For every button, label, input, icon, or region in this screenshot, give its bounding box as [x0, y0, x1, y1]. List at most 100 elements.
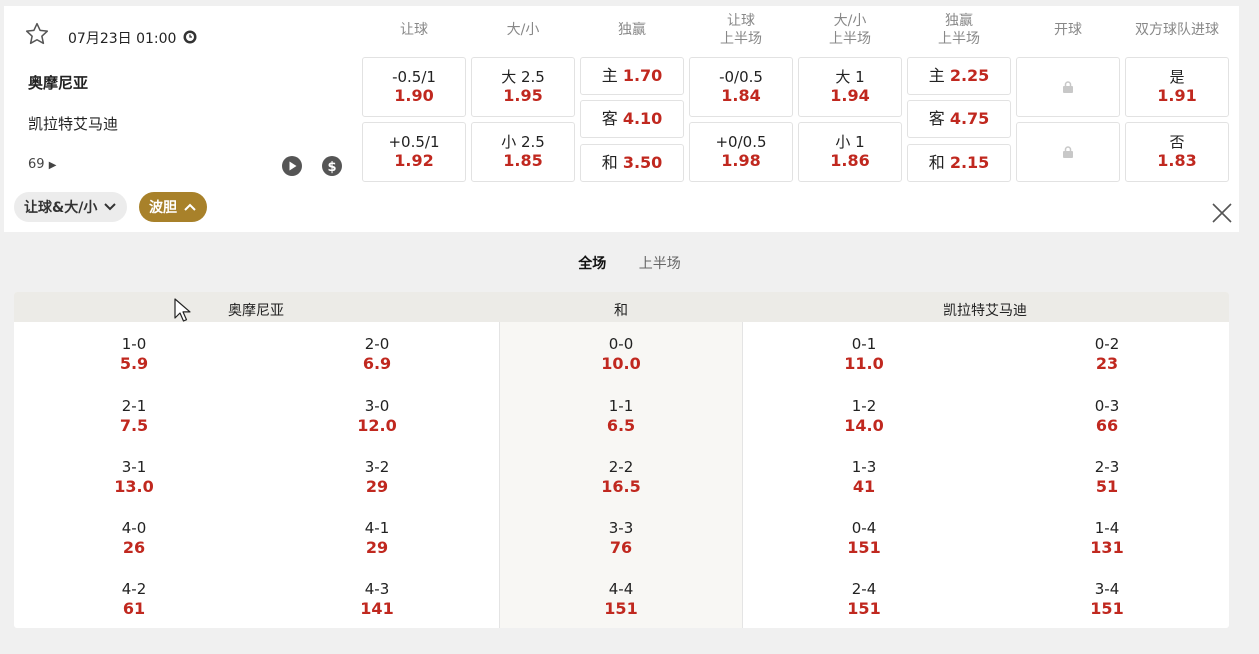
score-odds: 131	[1090, 538, 1124, 557]
score-label: 2-3	[1094, 458, 1120, 476]
correct-score-cell[interactable]: 0-2 23	[1027, 334, 1187, 374]
correct-score-cell[interactable]: 3-4 151	[1027, 579, 1187, 619]
lock-icon	[1063, 81, 1073, 93]
correct-score-cell[interactable]: 0-4 151	[784, 518, 944, 558]
col-header-both-teams-score: 双方球队进球	[1135, 22, 1219, 38]
correct-score-cell[interactable]: 1-2 14.0	[784, 396, 944, 436]
correct-score-cell[interactable]: 4-2 61	[54, 579, 214, 619]
correct-score-cell[interactable]: 4-1 29	[297, 518, 457, 558]
score-label: 3-0	[364, 397, 390, 415]
correct-score-cell[interactable]: 2-4 151	[784, 579, 944, 619]
score-label: 0-4	[851, 519, 877, 537]
odds-moneyline-1h-home[interactable]: 主 2.25	[907, 57, 1011, 95]
odds-under-1h[interactable]: 小 1 1.86	[798, 122, 902, 182]
score-odds: 6.5	[606, 416, 636, 435]
odds-over-1h[interactable]: 大 1 1.94	[798, 57, 902, 117]
score-odds: 151	[847, 599, 881, 618]
tab-full-time[interactable]: 全场	[578, 253, 606, 273]
correct-score-cell[interactable]: 1-1 6.5	[541, 396, 701, 436]
odds-handicap-away[interactable]: +0.5/1 1.92	[362, 122, 466, 182]
odds-moneyline-1h-away[interactable]: 客 4.75	[907, 100, 1011, 138]
live-clock-icon	[183, 30, 197, 44]
correct-score-cell[interactable]: 3-1 13.0	[54, 457, 214, 497]
correct-score-cell[interactable]: 3-3 76	[541, 518, 701, 558]
score-odds: 7.5	[119, 416, 149, 435]
correct-score-table: 奥摩尼亚 和 凯拉特艾马迪 1-0 5.9 2-0 6.9 0-0 10.0 0-1 11.0…	[14, 292, 1229, 628]
score-odds: 26	[122, 538, 146, 557]
score-label: 0-1	[851, 335, 877, 353]
odds-kickoff-locked-2	[1016, 122, 1120, 182]
odds-btts-no[interactable]: 否 1.83	[1125, 122, 1229, 182]
score-odds: 61	[122, 599, 146, 618]
score-odds: 6.9	[362, 354, 392, 373]
score-odds: 14.0	[844, 416, 884, 435]
correct-score-cell[interactable]: 4-0 26	[54, 518, 214, 558]
svg-text:$: $	[327, 160, 336, 175]
odds-btts-yes[interactable]: 是 1.91	[1125, 57, 1229, 117]
correct-score-cell[interactable]: 2-2 16.5	[541, 457, 701, 497]
col-header-over-under: 大/小	[506, 22, 540, 38]
correct-score-cell[interactable]: 4-3 141	[297, 579, 457, 619]
correct-score-cell[interactable]: 0-0 10.0	[541, 334, 701, 374]
score-label: 3-3	[608, 519, 634, 537]
score-odds: 5.9	[119, 354, 149, 373]
odds-moneyline-home[interactable]: 主 1.70	[580, 57, 684, 95]
score-label: 1-2	[851, 397, 877, 415]
score-label: 4-4	[608, 580, 634, 598]
score-label: 3-4	[1094, 580, 1120, 598]
close-icon[interactable]	[1211, 202, 1233, 224]
cashout-dollar-icon[interactable]: $	[322, 156, 342, 176]
score-odds: 151	[1090, 599, 1124, 618]
correct-score-cell[interactable]: 1-3 41	[784, 457, 944, 497]
score-odds: 76	[609, 538, 633, 557]
play-video-icon[interactable]	[282, 156, 302, 176]
score-label: 3-1	[121, 458, 147, 476]
odds-moneyline-draw[interactable]: 和 3.50	[580, 144, 684, 182]
period-tabs: 全场 上半场	[0, 253, 1259, 273]
odds-under[interactable]: 小 2.5 1.85	[471, 122, 575, 182]
correct-score-cell[interactable]: 3-0 12.0	[297, 396, 457, 436]
star-icon[interactable]	[24, 21, 50, 47]
filter-correct-score-toggle[interactable]: 波胆	[139, 192, 207, 222]
tab-first-half[interactable]: 上半场	[639, 253, 681, 273]
score-label: 4-3	[364, 580, 390, 598]
correct-score-cell[interactable]: 3-2 29	[297, 457, 457, 497]
score-label: 1-0	[121, 335, 147, 353]
score-label: 2-2	[608, 458, 634, 476]
score-label: 2-4	[851, 580, 877, 598]
score-odds: 12.0	[357, 416, 397, 435]
score-label: 1-4	[1094, 519, 1120, 537]
correct-score-cell[interactable]: 1-0 5.9	[54, 334, 214, 374]
chevron-up-icon	[184, 203, 196, 211]
odds-over[interactable]: 大 2.5 1.95	[471, 57, 575, 117]
score-odds: 51	[1095, 477, 1119, 496]
odds-handicap-home[interactable]: -0.5/1 1.90	[362, 57, 466, 117]
more-markets-link[interactable]: 69 ▶	[28, 157, 56, 172]
correct-score-cell[interactable]: 0-1 11.0	[784, 334, 944, 374]
correct-score-cell[interactable]: 0-3 66	[1027, 396, 1187, 436]
odds-moneyline-away[interactable]: 客 4.10	[580, 100, 684, 138]
correct-score-cell[interactable]: 4-4 151	[541, 579, 701, 619]
correct-score-cell[interactable]: 2-0 6.9	[297, 334, 457, 374]
score-label: 1-3	[851, 458, 877, 476]
col-header-moneyline-1h: 独赢 上半场	[938, 13, 980, 47]
score-label: 4-1	[364, 519, 390, 537]
score-odds: 41	[852, 477, 876, 496]
cs-header-draw: 和	[614, 303, 628, 319]
home-team-name: 奥摩尼亚	[28, 74, 89, 92]
odds-moneyline-1h-draw[interactable]: 和 2.15	[907, 144, 1011, 182]
col-header-over-under-1h: 大/小 上半场	[829, 13, 871, 47]
filter-handicap-ou-toggle[interactable]: 让球&大/小	[14, 192, 128, 222]
score-label: 0-3	[1094, 397, 1120, 415]
score-odds: 11.0	[844, 354, 884, 373]
more-markets-count: 69	[28, 157, 45, 172]
correct-score-cell[interactable]: 2-1 7.5	[54, 396, 214, 436]
correct-score-cell[interactable]: 1-4 131	[1027, 518, 1187, 558]
odds-handicap-1h-away[interactable]: +0/0.5 1.98	[689, 122, 793, 182]
caret-right-icon: ▶	[48, 160, 57, 171]
odds-handicap-1h-home[interactable]: -0/0.5 1.84	[689, 57, 793, 117]
score-label: 0-2	[1094, 335, 1120, 353]
correct-score-cell[interactable]: 2-3 51	[1027, 457, 1187, 497]
away-team-name: 凯拉特艾马迪	[28, 115, 119, 133]
cs-header-home: 奥摩尼亚	[228, 303, 284, 319]
